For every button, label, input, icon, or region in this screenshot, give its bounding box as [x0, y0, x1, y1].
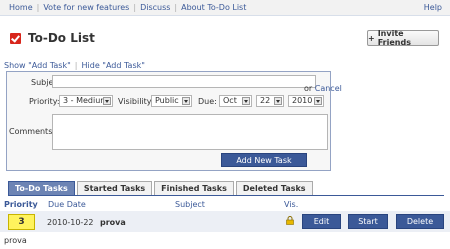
- comments-textarea[interactable]: [52, 114, 328, 150]
- chevron-down-icon: [242, 97, 250, 105]
- tab-todo-tasks[interactable]: To-Do Tasks: [8, 181, 75, 195]
- plus-icon: +: [368, 33, 375, 43]
- task-subject: prova: [100, 218, 126, 227]
- chevron-down-icon: [274, 97, 282, 105]
- due-year-select[interactable]: 2010: [288, 95, 324, 107]
- top-nav-links: Home | Vote for new features | Discuss | About…: [9, 3, 246, 12]
- nav-link-about[interactable]: About To-Do List: [181, 3, 246, 12]
- start-button[interactable]: Start: [348, 214, 388, 229]
- add-task-form: Subject: Priority: 3 - Medium Visibility…: [6, 71, 331, 171]
- visibility-value: Public: [155, 96, 179, 105]
- add-new-task-button[interactable]: Add New Task: [221, 153, 307, 167]
- column-header-priority: Priority: [4, 200, 38, 209]
- invite-friends-button[interactable]: + Invite Friends: [367, 29, 439, 47]
- chevron-down-icon: [314, 97, 322, 105]
- or-text: or: [304, 84, 313, 93]
- priority-label: Priority:: [29, 97, 60, 106]
- nav-separator: |: [36, 3, 40, 12]
- visibility-select[interactable]: Public: [151, 95, 192, 107]
- tab-divider: [8, 195, 444, 196]
- due-year-value: 2010: [292, 96, 313, 105]
- add-task-toggles: Show "Add Task" | Hide "Add Task": [4, 61, 145, 70]
- due-month-select[interactable]: Oct: [219, 95, 252, 107]
- nav-link-discuss[interactable]: Discuss: [140, 3, 170, 12]
- cancel-link[interactable]: Cancel: [315, 84, 342, 93]
- priority-select[interactable]: 3 - Medium: [59, 95, 113, 107]
- or-cancel: or Cancel: [304, 84, 342, 93]
- show-add-task-link[interactable]: Show "Add Task": [4, 61, 71, 70]
- nav-link-home[interactable]: Home: [9, 3, 33, 12]
- task-comment: prova: [4, 236, 27, 245]
- tab-finished-tasks[interactable]: Finished Tasks: [154, 181, 234, 195]
- top-navigation-bar: Home | Vote for new features | Discuss | About…: [0, 0, 450, 16]
- nav-link-help[interactable]: Help: [424, 3, 442, 12]
- toggle-separator: |: [74, 61, 78, 70]
- due-day-value: 22: [260, 96, 271, 105]
- column-header-subject: Subject: [175, 200, 205, 209]
- task-due-date: 2010-10-22: [47, 218, 94, 227]
- chevron-down-icon: [182, 97, 190, 105]
- edit-button[interactable]: Edit: [302, 214, 341, 229]
- page-header: To-Do List: [10, 31, 95, 45]
- nav-link-vote[interactable]: Vote for new features: [43, 3, 129, 12]
- tab-deleted-tasks[interactable]: Deleted Tasks: [235, 181, 313, 195]
- column-header-due-date: Due Date: [48, 200, 86, 209]
- task-tabs: To-Do Tasks Started Tasks Finished Tasks…: [8, 181, 315, 195]
- comments-label: Comments:: [9, 127, 56, 136]
- due-day-select[interactable]: 22: [256, 95, 284, 107]
- checkbox-checked-icon: [10, 32, 21, 44]
- hide-add-task-link[interactable]: Hide "Add Task": [82, 61, 145, 70]
- nav-separator: |: [133, 3, 137, 12]
- invite-friends-label: Invite Friends: [377, 29, 411, 47]
- priority-value: 3 - Medium: [63, 96, 109, 105]
- lock-icon: [286, 216, 294, 225]
- column-header-vis: Vis.: [284, 200, 299, 209]
- nav-separator: |: [174, 3, 178, 12]
- subject-input[interactable]: [52, 75, 316, 88]
- visibility-label: Visibility:: [118, 97, 154, 106]
- tab-started-tasks[interactable]: Started Tasks: [76, 181, 153, 195]
- due-month-value: Oct: [223, 96, 237, 105]
- priority-badge: 3: [8, 214, 35, 230]
- delete-button[interactable]: Delete: [396, 214, 444, 229]
- chevron-down-icon: [103, 97, 111, 105]
- due-label: Due:: [198, 97, 217, 106]
- page-title: To-Do List: [28, 31, 95, 45]
